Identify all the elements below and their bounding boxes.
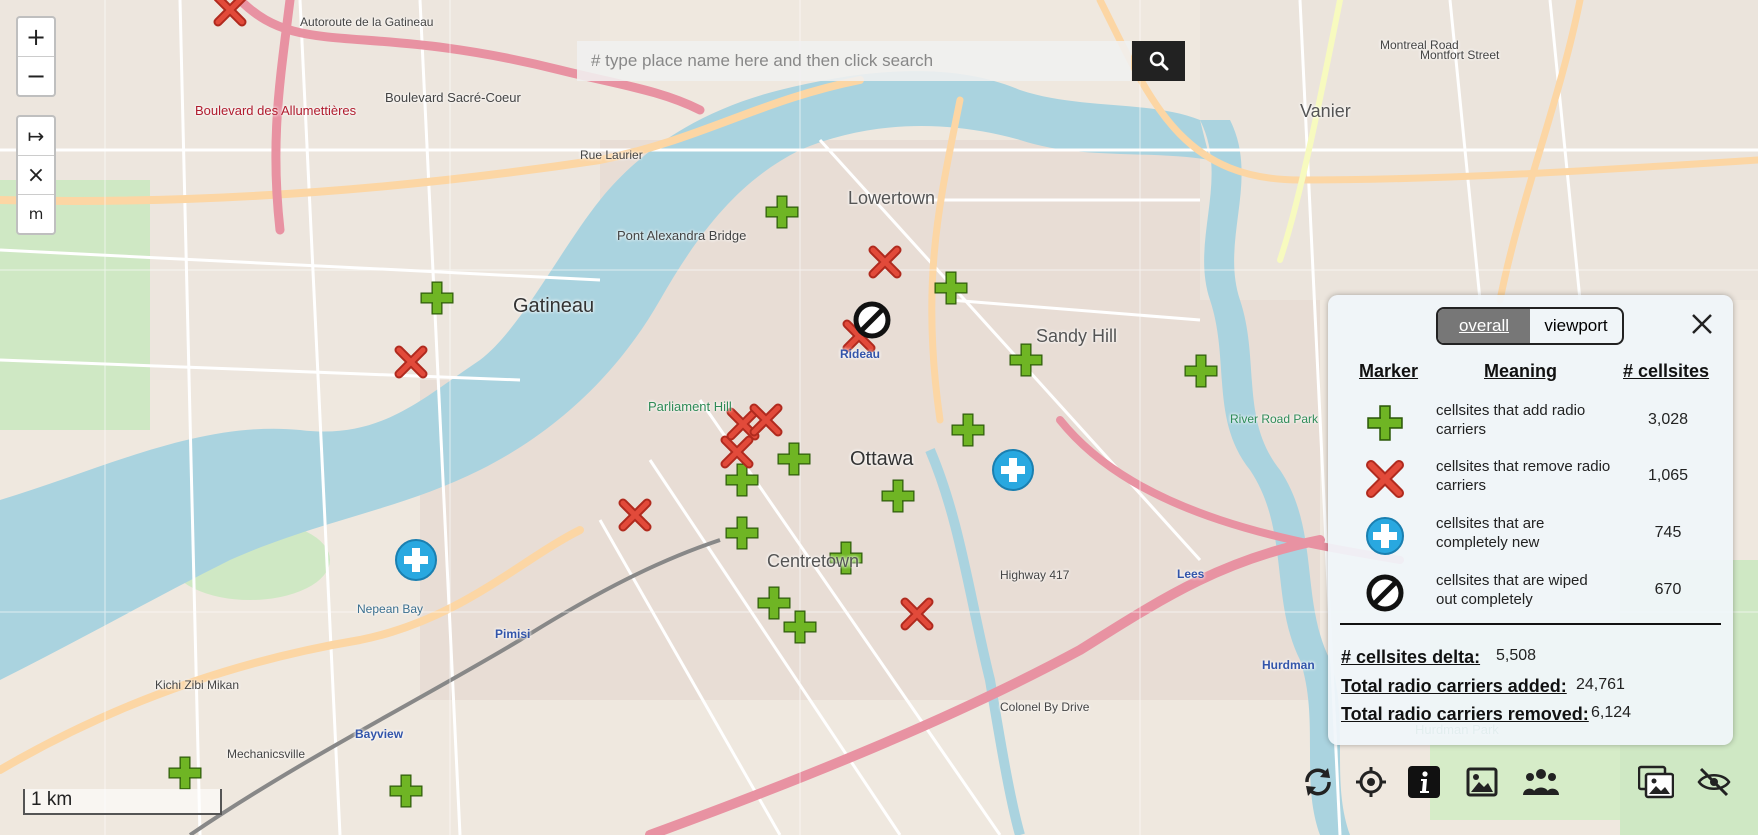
legend-count: 1,065 (1647, 467, 1689, 484)
legend-meaning: cellsites that remove radio carriers (1436, 458, 1611, 494)
place-label: River Road Park (1230, 412, 1319, 426)
scope-toggle: overall viewport (1436, 307, 1624, 345)
marker-new[interactable] (992, 449, 1034, 491)
clear-measure-button[interactable]: × (18, 156, 54, 195)
eye-slash-icon[interactable] (1694, 762, 1734, 802)
green-plus-icon (1367, 405, 1403, 441)
place-label: Rue Laurier (580, 148, 643, 162)
prohibited-icon (1366, 574, 1404, 612)
red-x-icon (1366, 460, 1404, 498)
place-label: Ottawa (850, 448, 914, 470)
users-icon[interactable] (1521, 762, 1561, 802)
tab-overall[interactable]: overall (1438, 309, 1530, 343)
place-label: Pimisi (495, 627, 531, 641)
place-label: Kichi Zibi Mikan (155, 678, 240, 692)
legend-count: 745 (1654, 524, 1682, 541)
place-label: Highway 417 (1000, 568, 1070, 582)
delta-label: # cellsites delta: (1341, 647, 1481, 667)
legend-meaning: cellsites that are completely new (1436, 515, 1545, 551)
place-label: Nepean Bay (357, 602, 424, 616)
search-button[interactable] (1132, 41, 1185, 81)
place-label: Centretown (767, 551, 860, 571)
units-button[interactable]: m (18, 195, 54, 233)
place-label: Bayview (355, 727, 404, 741)
legend-row-wiped: cellsites that are wiped out completely … (1328, 563, 1733, 619)
zoom-in-button[interactable]: + (18, 18, 54, 57)
place-label: Colonel By Drive (1000, 700, 1090, 714)
header-count: # cellsites (1623, 361, 1710, 381)
zoom-out-button[interactable]: − (18, 57, 54, 95)
header-meaning: Meaning (1484, 361, 1558, 381)
place-label: Autoroute de la Gatineau (300, 15, 434, 29)
legend-row-add: cellsites that add radio carriers 3,028 (1328, 393, 1733, 449)
place-label: Rideau (840, 347, 881, 361)
delta-value: 5,508 (1496, 647, 1537, 664)
zoom-control: + − (16, 16, 56, 97)
search-icon (1149, 51, 1168, 71)
legend-meaning: cellsites that add radio carriers (1436, 402, 1586, 438)
legend-meaning: cellsites that are wiped out completely (1436, 572, 1588, 608)
tab-viewport[interactable]: viewport (1530, 309, 1622, 343)
legend-row-remove: cellsites that remove radio carriers 1,0… (1328, 449, 1733, 505)
header-marker: Marker (1359, 361, 1419, 381)
added-label: Total radio carriers added: (1341, 676, 1567, 696)
legend-row-new: cellsites that are completely new 745 (1328, 506, 1733, 562)
legend-panel: overall viewport Marker Meaning # cellsi… (1328, 295, 1733, 745)
measure-control: ↦ × m (16, 115, 56, 235)
place-label: Vanier (1300, 101, 1351, 121)
place-label: Sandy Hill (1036, 326, 1118, 346)
legend-count: 3,028 (1647, 411, 1689, 428)
place-label: Boulevard des Allumettières (195, 103, 357, 118)
info-icon[interactable] (1404, 762, 1444, 802)
legend-divider (1340, 623, 1721, 625)
place-label: Gatineau (513, 295, 595, 317)
gallery-icon[interactable] (1636, 762, 1676, 802)
image-icon[interactable] (1462, 762, 1502, 802)
close-icon[interactable] (1691, 311, 1713, 341)
place-label: Boulevard Sacré-Coeur (385, 90, 521, 105)
place-label: Parliament Hill (648, 399, 732, 414)
removed-value: 6,124 (1591, 704, 1632, 721)
refresh-icon[interactable] (1298, 762, 1338, 802)
place-label: Lowertown (848, 188, 936, 208)
place-label: Pont Alexandra Bridge (617, 228, 747, 243)
scale-bar: 1 km (23, 789, 222, 815)
added-value: 24,761 (1576, 676, 1625, 693)
blue-plus-circle-icon (1366, 517, 1404, 555)
legend-count: 670 (1654, 581, 1682, 598)
locate-icon[interactable] (1351, 762, 1391, 802)
place-label: Lees (1177, 567, 1205, 581)
removed-label: Total radio carriers removed: (1341, 704, 1589, 724)
measure-button[interactable]: ↦ (18, 117, 54, 156)
marker-new[interactable] (395, 539, 437, 581)
place-label: Mechanicsville (227, 747, 306, 761)
marker-wiped[interactable] (853, 301, 891, 339)
search-input[interactable] (577, 41, 1131, 81)
place-label: Montfort Street (1420, 48, 1500, 62)
place-label: Hurdman (1262, 658, 1315, 672)
